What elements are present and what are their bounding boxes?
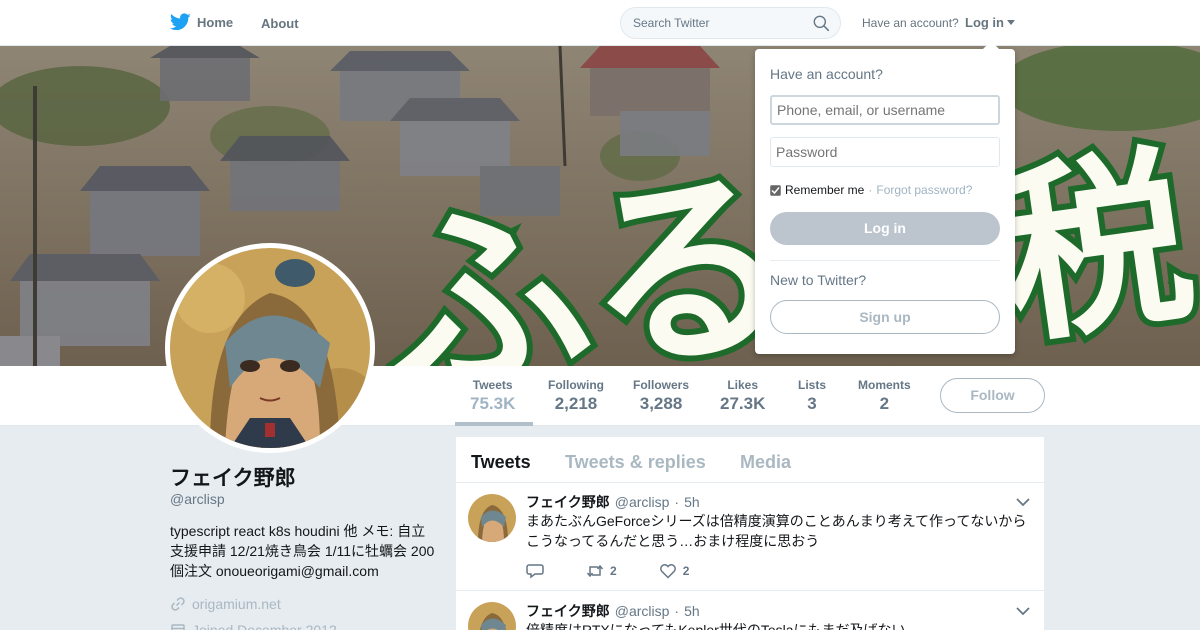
tweet-header: フェイク野郎 @arclisp · 5h [526, 492, 700, 512]
separator-dot: · [868, 183, 873, 197]
retweet-action[interactable]: 2 [586, 563, 617, 579]
stat-label: Moments [858, 378, 911, 392]
stat-lists[interactable]: Lists 3 [798, 378, 826, 414]
tab-tweets-replies[interactable]: Tweets & replies [565, 452, 706, 473]
profile-name[interactable]: フェイク野郎 [170, 462, 296, 492]
avatar-image [468, 602, 516, 630]
link-icon [171, 597, 185, 611]
stat-value: 27.3K [720, 394, 766, 413]
tweet-text: 倍精度はRTXになってもKepler世代のTeslaにもまだ及ばない [526, 622, 906, 630]
login-button[interactable]: Log in [770, 212, 1000, 245]
stat-likes[interactable]: Likes 27.3K [720, 378, 765, 414]
tweet-text: まあたぶんGeForceシリーズは倍精度演算のことあんまり考えて作ってないからこ… [526, 513, 1027, 549]
avatar-image [170, 248, 370, 448]
like-action[interactable]: 2 [659, 563, 690, 579]
stat-moments[interactable]: Moments 2 [858, 378, 911, 414]
tab-media[interactable]: Media [740, 452, 791, 473]
avatar-image [468, 494, 516, 542]
tweet-avatar[interactable] [468, 602, 516, 630]
tweet-time[interactable]: 5h [684, 494, 700, 510]
follow-button[interactable]: Follow [940, 378, 1045, 413]
search-placeholder: Search Twitter [633, 16, 710, 30]
chevron-down-icon[interactable] [1016, 497, 1030, 507]
stat-value: 3 [807, 394, 817, 413]
stat-label: Tweets [472, 378, 513, 392]
stat-value: 2 [879, 394, 890, 413]
tweet-handle[interactable]: @arclisp [615, 603, 670, 619]
stat-value: 2,218 [554, 394, 598, 413]
dropdown-arrow [983, 41, 999, 49]
signup-button[interactable]: Sign up [770, 300, 1000, 334]
profile-joined: Joined December 2012 [170, 622, 337, 630]
reply-action[interactable] [526, 563, 544, 579]
heart-icon [659, 564, 676, 579]
profile-avatar[interactable] [165, 243, 375, 453]
timeline: Tweets Tweets & replies Media フェイク野郎 @ar… [456, 437, 1044, 630]
search-icon[interactable] [813, 15, 830, 32]
profile-website[interactable]: origamium.net [170, 596, 281, 612]
top-navigation-bar: Home About Search Twitter Have an accoun… [0, 0, 1200, 46]
tweet[interactable]: フェイク野郎 @arclisp · 5h 倍精度はRTXになってもKepler世… [456, 591, 1044, 630]
have-account-text: Have an account? [862, 16, 959, 30]
like-count: 2 [682, 564, 690, 578]
tweet-actions: 2 2 [526, 563, 731, 579]
retweet-count: 2 [610, 564, 617, 578]
remember-me-row: Remember me · Forgot password? [770, 183, 972, 197]
stat-value: 75.3K [470, 394, 516, 413]
tweet-dot: · [674, 603, 680, 619]
tweet-author[interactable]: フェイク野郎 [526, 492, 610, 512]
chevron-down-icon[interactable] [1016, 606, 1030, 616]
login-menu-toggle[interactable]: Log in [965, 15, 1015, 30]
active-tab-underline [455, 422, 533, 426]
remember-me-label[interactable]: Remember me [785, 183, 864, 197]
profile-joined-text: Joined December 2012 [192, 622, 337, 630]
tweet-author[interactable]: フェイク野郎 [526, 601, 610, 621]
forgot-password-link[interactable]: Forgot password? [876, 183, 972, 197]
nav-home-label: Home [197, 14, 234, 30]
password-field[interactable] [770, 137, 1000, 167]
retweet-icon [586, 564, 604, 578]
stat-followers[interactable]: Followers 3,288 [633, 378, 689, 414]
tweet-header: フェイク野郎 @arclisp · 5h [526, 601, 700, 621]
tweet[interactable]: フェイク野郎 @arclisp · 5h まあたぶんGeForceシリーズは倍精… [456, 483, 1044, 591]
reply-icon [526, 564, 544, 579]
login-dropdown: Have an account? Remember me · Forgot pa… [755, 41, 1015, 354]
banner-title-right: 税 [986, 126, 1200, 366]
checkmark-icon [771, 186, 780, 194]
divider [770, 260, 1000, 261]
nav-about-link[interactable]: About [261, 16, 299, 31]
search-input[interactable]: Search Twitter [620, 7, 841, 39]
profile-handle[interactable]: @arclisp [170, 491, 225, 507]
new-to-twitter-text: New to Twitter? [770, 272, 867, 288]
tweet-handle[interactable]: @arclisp [615, 494, 670, 510]
remember-me-checkbox[interactable] [770, 184, 781, 196]
stat-following[interactable]: Following 2,218 [548, 378, 604, 414]
username-field[interactable] [770, 95, 1000, 125]
calendar-icon [171, 624, 185, 630]
login-dropdown-title: Have an account? [770, 66, 883, 82]
tweet-dot: · [674, 494, 680, 510]
tweet-avatar[interactable] [468, 494, 516, 542]
stat-label: Likes [727, 378, 759, 392]
timeline-tabs: Tweets Tweets & replies Media [456, 437, 1044, 483]
tweet-time[interactable]: 5h [684, 603, 700, 619]
profile-website-text: origamium.net [192, 596, 281, 612]
twitter-bird-icon [170, 13, 191, 31]
stat-label: Lists [798, 378, 827, 392]
nav-home-link[interactable]: Home [170, 13, 233, 31]
stat-label: Followers [633, 378, 690, 392]
login-menu-label: Log in [965, 15, 1004, 30]
stat-label: Following [548, 378, 604, 392]
profile-bio: typescript react k8s houdini 他 メモ: 自立支援申… [170, 523, 435, 579]
tab-tweets[interactable]: Tweets [471, 452, 531, 473]
caret-down-icon [1007, 20, 1015, 25]
stat-value: 3,288 [639, 394, 683, 413]
stat-tweets[interactable]: Tweets 75.3K [470, 378, 515, 414]
